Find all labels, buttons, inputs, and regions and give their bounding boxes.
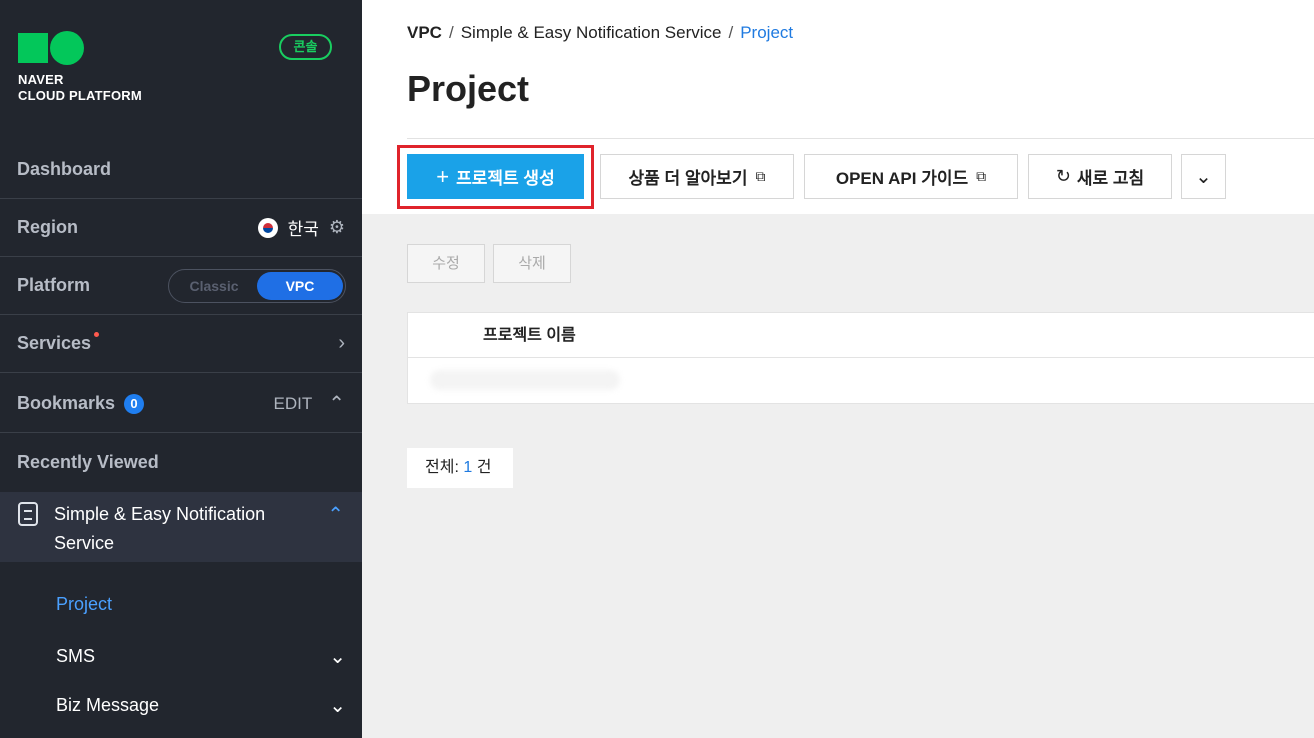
api-guide-button[interactable]: OPEN API 가이드 ⧉ — [804, 154, 1018, 199]
logo-circle-shape — [50, 31, 84, 65]
breadcrumb-vpc[interactable]: VPC — [407, 23, 442, 43]
total-count: 전체: 1 건 — [407, 448, 513, 488]
console-badge[interactable]: 콘솔 — [279, 34, 332, 60]
logo-square-shape — [18, 33, 48, 63]
learn-more-label: 상품 더 알아보기 — [628, 169, 748, 188]
api-guide-label: OPEN API 가이드 — [835, 169, 969, 188]
service-name: Simple & Easy Notification Service — [54, 504, 266, 553]
platform-label: Platform — [17, 275, 91, 295]
delete-button[interactable]: 삭제 — [493, 244, 571, 283]
chevron-down-icon: ⌄ — [329, 646, 346, 668]
chevron-down-icon: ⌄ — [1195, 166, 1212, 188]
chevron-right-icon: › — [338, 332, 345, 354]
create-project-button[interactable]: + 프로젝트 생성 — [407, 154, 584, 199]
bookmarks-count-badge: 0 — [124, 393, 145, 414]
sidebar-item-label: Project — [56, 594, 113, 614]
logo-mark — [18, 31, 142, 65]
table-row[interactable] — [408, 358, 1314, 403]
nav-recently-viewed[interactable]: Recently Viewed — [0, 433, 362, 491]
sidebar-item-label: SMS — [56, 646, 96, 666]
total-unit: 건 — [476, 459, 492, 476]
sidebar-item-project[interactable]: Project — [56, 594, 346, 615]
logo-text: NAVER CLOUD PLATFORM — [18, 72, 142, 104]
recently-viewed-label: Recently Viewed — [17, 451, 159, 472]
redacted-cell — [430, 370, 620, 390]
sidebar: NAVER CLOUD PLATFORM 콘솔 Dashboard Region… — [0, 0, 362, 738]
learn-more-button[interactable]: 상품 더 알아보기 ⧉ — [600, 154, 794, 199]
page-title: Project — [407, 68, 530, 109]
platform-toggle[interactable]: Classic VPC — [168, 268, 346, 303]
breadcrumb-service[interactable]: Simple & Easy Notification Service — [461, 23, 722, 43]
region-value: 한국 — [287, 220, 319, 239]
edit-button[interactable]: 수정 — [407, 244, 485, 283]
nav-platform: Platform Classic VPC — [0, 257, 362, 315]
naver-cloud-logo[interactable]: NAVER CLOUD PLATFORM — [18, 31, 142, 104]
breadcrumb: VPC / Simple & Easy Notification Service… — [407, 23, 793, 43]
refresh-button[interactable]: ↻ 새로 고침 — [1028, 154, 1172, 199]
services-label: Services — [17, 333, 92, 353]
nav-services[interactable]: Services › — [0, 315, 362, 373]
total-number: 1 — [463, 459, 473, 476]
total-label: 전체: — [425, 459, 459, 476]
region-label: Region — [17, 217, 78, 237]
nav-dashboard-label: Dashboard — [17, 159, 112, 179]
refresh-icon: ↻ — [1055, 166, 1071, 186]
nav-bookmarks[interactable]: Bookmarks 0 EDIT ⌃ — [0, 375, 362, 433]
region-selector[interactable]: 한국 ⚙ — [257, 215, 345, 240]
bookmarks-edit-button[interactable]: EDIT — [274, 394, 313, 414]
nav-region: Region 한국 ⚙ — [0, 199, 362, 257]
create-project-label: 프로젝트 생성 — [456, 169, 555, 188]
chevron-up-icon[interactable]: ⌃ — [328, 391, 345, 416]
logo-line-1: NAVER — [18, 72, 64, 87]
breadcrumb-current: Project — [740, 23, 794, 42]
breadcrumb-separator: / — [728, 23, 734, 42]
nav-dashboard[interactable]: Dashboard — [0, 141, 362, 199]
title-divider — [407, 138, 1314, 139]
breadcrumb-separator: / — [448, 23, 454, 42]
refresh-label: 새로 고침 — [1076, 169, 1145, 188]
external-link-icon: ⧉ — [976, 168, 987, 184]
sidebar-item-sms[interactable]: SMS ⌄ — [56, 644, 346, 669]
chevron-up-icon[interactable]: ⌃ — [327, 502, 344, 554]
more-options-button[interactable]: ⌄ — [1181, 154, 1226, 199]
new-indicator-dot — [94, 332, 100, 337]
sidebar-item-label: Biz Message — [56, 695, 160, 715]
external-link-icon: ⧉ — [755, 168, 766, 184]
plus-icon: + — [436, 163, 450, 189]
sidebar-item-biz-message[interactable]: Biz Message ⌄ — [56, 693, 346, 718]
platform-option-classic[interactable]: Classic — [189, 270, 239, 302]
platform-option-vpc[interactable]: VPC — [257, 271, 343, 300]
table-header: 프로젝트 이름 — [408, 313, 1314, 358]
gear-icon[interactable]: ⚙ — [329, 217, 345, 238]
column-project-name: 프로젝트 이름 — [483, 327, 576, 344]
logo-line-2: CLOUD PLATFORM — [18, 88, 142, 103]
bookmarks-label: Bookmarks — [17, 393, 116, 413]
mobile-device-icon — [18, 502, 38, 526]
chevron-down-icon: ⌄ — [329, 695, 346, 717]
korea-flag-icon — [257, 217, 278, 238]
service-group-sens[interactable]: Simple & Easy Notification Service ⌃ — [0, 492, 362, 562]
project-table: 프로젝트 이름 — [407, 312, 1314, 404]
